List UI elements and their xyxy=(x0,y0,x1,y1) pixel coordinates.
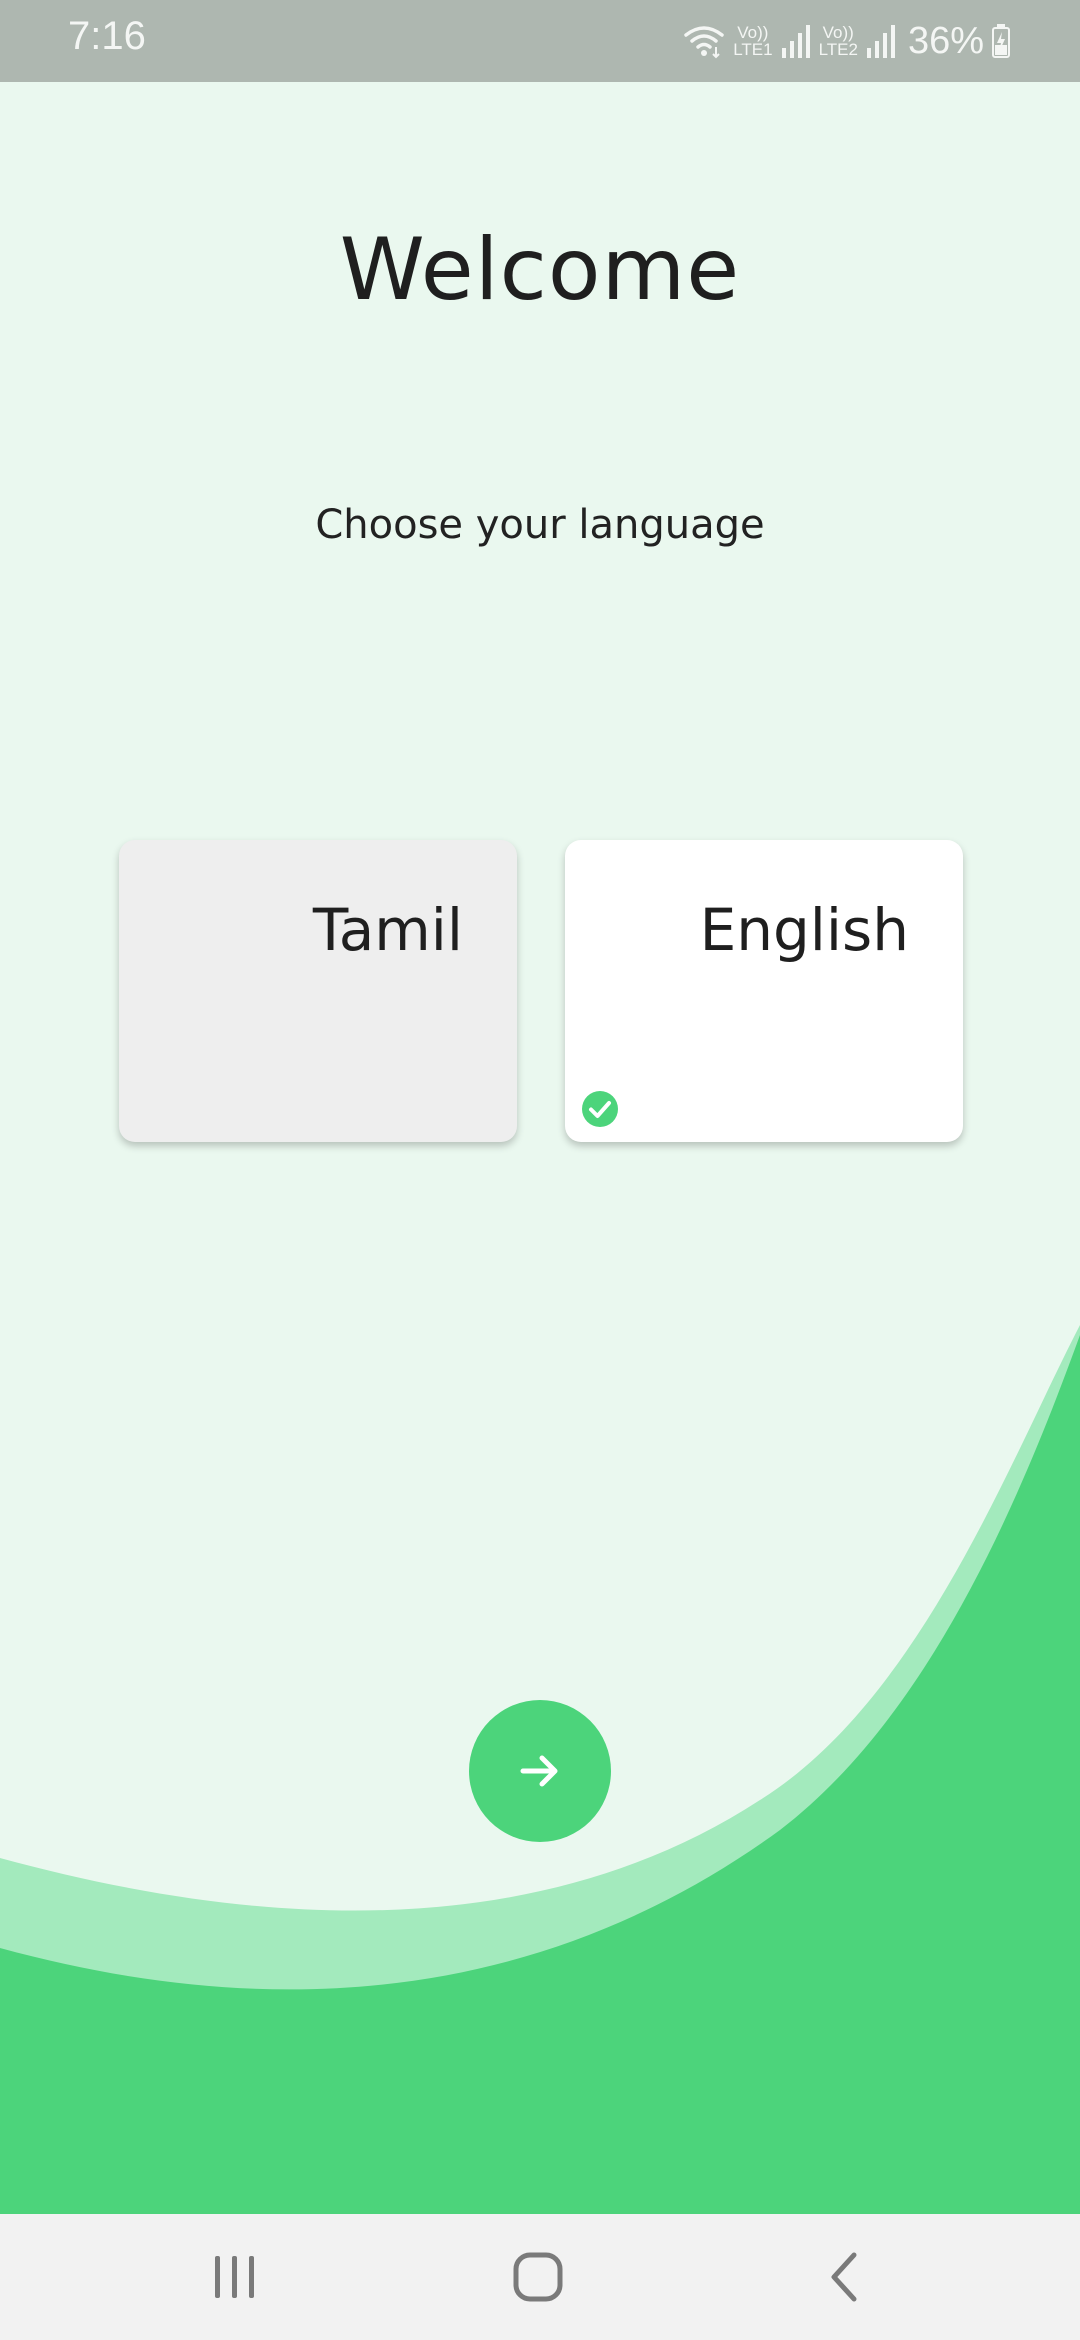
language-label-tamil: Tamil xyxy=(312,896,463,964)
home-icon xyxy=(513,2252,563,2302)
recent-apps-button[interactable] xyxy=(205,2247,265,2307)
arrow-right-icon xyxy=(520,1755,558,1787)
language-card-english[interactable]: English xyxy=(565,840,963,1142)
recent-apps-icon xyxy=(215,2256,254,2298)
page-title: Welcome xyxy=(339,220,741,320)
language-card-tamil[interactable]: Tamil xyxy=(119,840,517,1142)
back-button[interactable] xyxy=(814,2247,874,2307)
check-circle-icon xyxy=(582,1091,618,1127)
home-button[interactable] xyxy=(508,2247,568,2307)
back-icon xyxy=(831,2252,857,2302)
language-label-english: English xyxy=(699,896,909,964)
navigation-bar xyxy=(0,2214,1080,2340)
next-button[interactable] xyxy=(469,1700,611,1842)
background-wave xyxy=(0,1325,1080,2214)
page-subtitle: Choose your language xyxy=(315,502,765,548)
